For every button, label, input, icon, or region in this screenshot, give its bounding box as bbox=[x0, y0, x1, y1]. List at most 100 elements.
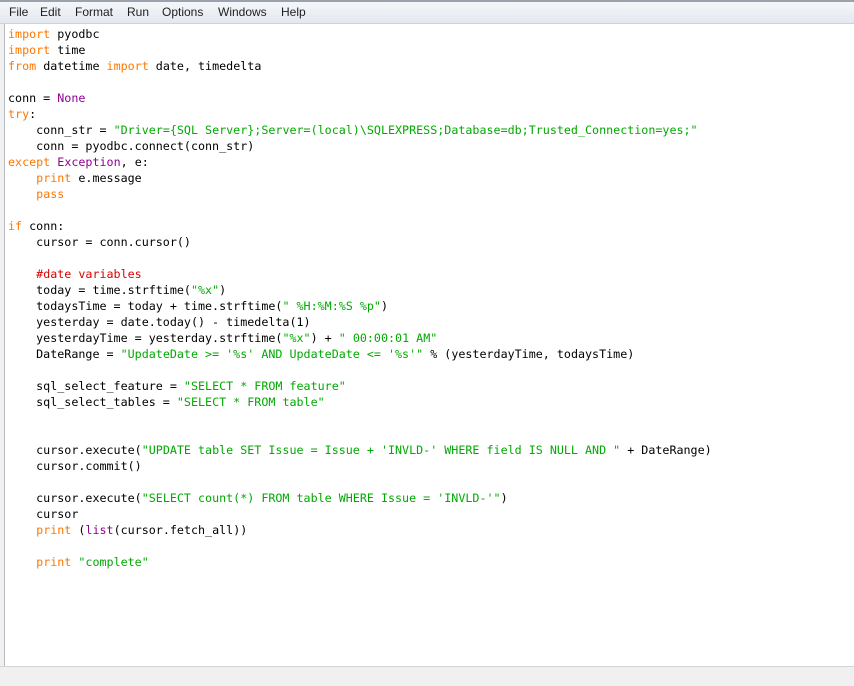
code-token: from bbox=[8, 59, 37, 73]
code-line[interactable] bbox=[8, 426, 712, 442]
code-token: pyodbc bbox=[50, 27, 100, 41]
code-line[interactable]: cursor = conn.cursor() bbox=[8, 234, 712, 250]
code-token: ) bbox=[219, 283, 227, 297]
code-token: cursor bbox=[8, 507, 79, 521]
code-token: + DateRange) bbox=[620, 443, 712, 457]
code-line[interactable]: cursor.commit() bbox=[8, 458, 712, 474]
code-token: ) bbox=[380, 299, 388, 313]
code-token: sql_select_feature = bbox=[8, 379, 184, 393]
code-token: "complete" bbox=[78, 555, 149, 569]
code-line[interactable]: sql_select_feature = "SELECT * FROM feat… bbox=[8, 378, 712, 394]
code-token: print bbox=[36, 523, 72, 537]
code-token: Exception bbox=[57, 155, 121, 169]
code-line[interactable] bbox=[8, 474, 712, 490]
code-token: conn_str = bbox=[8, 123, 114, 137]
menu-edit[interactable]: Edit bbox=[40, 5, 61, 20]
code-line[interactable]: #date variables bbox=[8, 266, 712, 282]
code-token: "SELECT * FROM table" bbox=[176, 395, 325, 409]
code-line[interactable]: conn = None bbox=[8, 90, 712, 106]
code-token: , e: bbox=[120, 155, 149, 169]
code-line[interactable]: DateRange = "UpdateDate >= '%s' AND Upda… bbox=[8, 346, 712, 362]
code-token: datetime bbox=[36, 59, 107, 73]
code-line[interactable]: cursor.execute("UPDATE table SET Issue =… bbox=[8, 442, 712, 458]
code-token: sql_select_tables = bbox=[8, 395, 177, 409]
menu-windows[interactable]: Windows bbox=[218, 5, 267, 20]
code-token: list bbox=[85, 523, 114, 537]
code-editor[interactable]: import pyodbc import time from datetime im… bbox=[4, 24, 854, 666]
code-token: cursor = conn.cursor() bbox=[8, 235, 191, 249]
code-line[interactable]: import pyodbc bbox=[8, 26, 712, 42]
code-line[interactable]: cursor.execute("SELECT count(*) FROM tab… bbox=[8, 490, 712, 506]
code-line[interactable]: try: bbox=[8, 106, 712, 122]
code-token: " %H:%M:%S %p" bbox=[282, 299, 381, 313]
menu-file[interactable]: File bbox=[9, 5, 28, 20]
code-line[interactable]: yesterdayTime = yesterday.strftime("%x")… bbox=[8, 330, 712, 346]
code-token: cursor.commit() bbox=[8, 459, 142, 473]
code-token: try bbox=[8, 107, 30, 121]
code-line[interactable]: pass bbox=[8, 186, 712, 202]
code-token: % (yesterdayTime, todaysTime) bbox=[423, 347, 635, 361]
code-line[interactable]: conn_str = "Driver={SQL Server};Server=(… bbox=[8, 122, 712, 138]
code-line[interactable]: from datetime import date, timedelta bbox=[8, 58, 712, 74]
menu-format[interactable]: Format bbox=[75, 5, 113, 20]
code-token: "SELECT * FROM feature" bbox=[183, 379, 346, 393]
code-token: yesterday = date.today() - timedelta(1) bbox=[8, 315, 311, 329]
code-token: todaysTime = today + time.strftime( bbox=[8, 299, 283, 313]
code-line[interactable]: if conn: bbox=[8, 218, 712, 234]
code-token: "UpdateDate >= '%s' AND UpdateDate <= '%… bbox=[120, 347, 424, 361]
code-line[interactable]: cursor bbox=[8, 506, 712, 522]
code-line[interactable] bbox=[8, 250, 712, 266]
code-line[interactable] bbox=[8, 538, 712, 554]
code-line[interactable] bbox=[8, 410, 712, 426]
code-token: pass bbox=[36, 187, 65, 201]
code-token: "SELECT count(*) FROM table WHERE Issue … bbox=[141, 491, 501, 505]
code-text[interactable]: import pyodbc import time from datetime im… bbox=[8, 26, 712, 570]
code-token: date, timedelta bbox=[148, 59, 262, 73]
code-token: import bbox=[106, 59, 149, 73]
code-token: print bbox=[36, 555, 72, 569]
code-token: ( bbox=[71, 523, 86, 537]
code-line[interactable]: today = time.strftime("%x") bbox=[8, 282, 712, 298]
code-token: (cursor.fetch_all)) bbox=[113, 523, 248, 537]
code-token: cursor.execute( bbox=[8, 491, 142, 505]
code-line[interactable]: except Exception, e: bbox=[8, 154, 712, 170]
code-token: time bbox=[50, 43, 86, 57]
code-line[interactable]: print e.message bbox=[8, 170, 712, 186]
code-token: import bbox=[8, 27, 51, 41]
code-token: except bbox=[8, 155, 51, 169]
code-line[interactable] bbox=[8, 202, 712, 218]
code-line[interactable]: import time bbox=[8, 42, 712, 58]
code-token: e.message bbox=[71, 171, 142, 185]
status-bar bbox=[0, 666, 854, 686]
code-token: DateRange = bbox=[8, 347, 121, 361]
code-token: None bbox=[57, 91, 86, 105]
code-line[interactable]: print (list(cursor.fetch_all)) bbox=[8, 522, 712, 538]
code-line[interactable] bbox=[8, 74, 712, 90]
menu-options[interactable]: Options bbox=[162, 5, 203, 20]
code-token: yesterdayTime = yesterday.strftime( bbox=[8, 331, 283, 345]
code-token: "Driver={SQL Server};Server=(local)\SQLE… bbox=[113, 123, 698, 137]
code-token: "%x" bbox=[282, 331, 311, 345]
menu-bar: File Edit Format Run Options Windows Hel… bbox=[0, 0, 854, 24]
code-token: today = time.strftime( bbox=[8, 283, 191, 297]
menu-run[interactable]: Run bbox=[127, 5, 149, 20]
code-line[interactable]: print "complete" bbox=[8, 554, 712, 570]
code-line[interactable]: conn = pyodbc.connect(conn_str) bbox=[8, 138, 712, 154]
code-line[interactable]: sql_select_tables = "SELECT * FROM table… bbox=[8, 394, 712, 410]
code-token: conn: bbox=[22, 219, 65, 233]
code-token: "UPDATE table SET Issue = Issue + 'INVLD… bbox=[141, 443, 621, 457]
code-token: ) + bbox=[310, 331, 339, 345]
code-line[interactable]: todaysTime = today + time.strftime(" %H:… bbox=[8, 298, 712, 314]
code-token: import bbox=[8, 43, 51, 57]
menu-help[interactable]: Help bbox=[281, 5, 306, 20]
code-token: conn = bbox=[8, 91, 58, 105]
code-line[interactable]: yesterday = date.today() - timedelta(1) bbox=[8, 314, 712, 330]
code-token: if bbox=[8, 219, 23, 233]
code-line[interactable] bbox=[8, 362, 712, 378]
code-token: ) bbox=[500, 491, 508, 505]
code-token: "%x" bbox=[190, 283, 220, 297]
